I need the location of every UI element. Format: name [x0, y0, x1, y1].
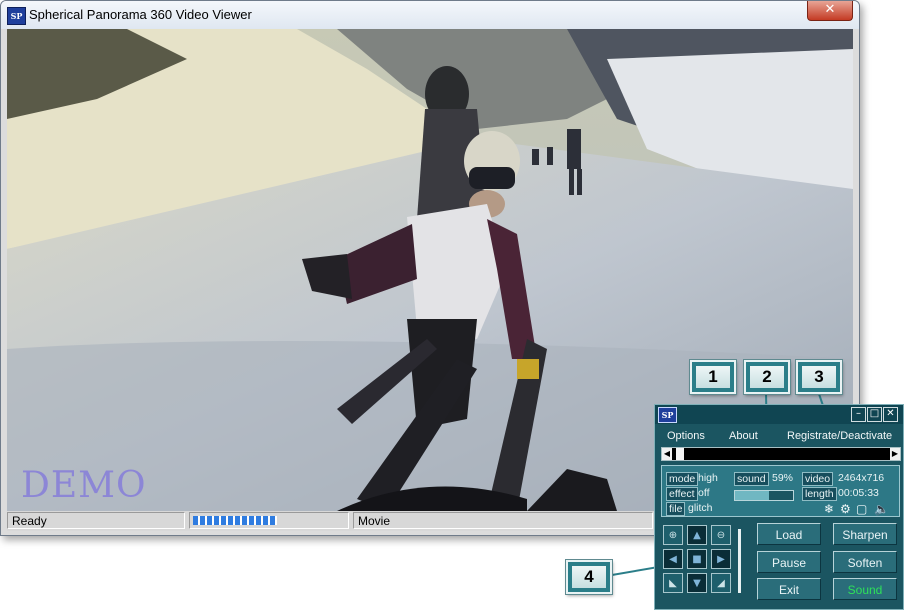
minimize-icon[interactable]: – — [851, 407, 866, 422]
sound-level-meter — [734, 490, 794, 501]
length-label: length — [802, 487, 837, 501]
loading-progress-bar — [189, 512, 349, 529]
effect-value: off — [698, 487, 710, 499]
snowflake-icon[interactable]: ❄ — [824, 502, 834, 516]
gear-icon[interactable]: ⚙ — [840, 502, 851, 516]
sound-label: sound — [734, 472, 769, 486]
close-button[interactable]: ✕ — [807, 1, 853, 21]
file-value: glitch — [688, 502, 713, 514]
sound-level-fill — [735, 491, 770, 500]
seek-thumb[interactable] — [676, 448, 684, 460]
navigation-pad: ⊕ ▲ ⊖ ◀ ■ ▶ ◣ ▼ ◢ — [661, 523, 733, 597]
demo-watermark: DEMO — [21, 465, 147, 506]
file-label: file — [666, 502, 686, 516]
rotate-left-icon[interactable]: ◣ — [663, 573, 683, 593]
pause-button[interactable]: Pause — [757, 551, 821, 573]
media-info-box: mode high sound 59% video 2464x716 effec… — [661, 465, 900, 517]
effect-label: effect — [666, 487, 698, 501]
load-button[interactable]: Load — [757, 523, 821, 545]
exit-button[interactable]: Exit — [757, 578, 821, 600]
sharpen-button[interactable]: Sharpen — [833, 523, 897, 545]
mode-value: high — [698, 472, 718, 484]
control-panel: SP – □ ✕ Options About Registrate/Deacti… — [654, 404, 904, 610]
callout-1: 1 — [689, 359, 737, 395]
callout-4: 4 — [565, 559, 613, 595]
callout-3: 3 — [795, 359, 843, 395]
panel-menu-bar: Options About Registrate/Deactivate — [655, 427, 903, 445]
progress-fill — [193, 516, 277, 525]
speaker-icon[interactable]: 🔈 — [874, 502, 889, 516]
zoom-slider-track[interactable] — [738, 529, 741, 593]
seek-right-icon[interactable]: ▶ — [890, 448, 900, 460]
title-bar[interactable]: SP Spherical Panorama 360 Video Viewer ✕ — [1, 1, 859, 29]
mode-text: Movie — [353, 512, 653, 529]
arrow-left-icon[interactable]: ◀ — [663, 549, 683, 569]
zoom-slider[interactable] — [735, 525, 745, 597]
menu-options[interactable]: Options — [667, 430, 705, 442]
rotate-right-icon[interactable]: ◢ — [711, 573, 731, 593]
sound-value: 59% — [772, 472, 794, 484]
window-title: Spherical Panorama 360 Video Viewer — [29, 7, 252, 22]
arrow-up-icon[interactable]: ▲ — [687, 525, 707, 545]
arrow-right-icon[interactable]: ▶ — [711, 549, 731, 569]
fullscreen-icon[interactable]: ▢ — [856, 502, 867, 516]
zoom-in-icon[interactable]: ⊕ — [663, 525, 683, 545]
length-value: 00:05:33 — [838, 487, 879, 499]
seek-bar[interactable]: ◀ ▶ — [661, 447, 901, 461]
panel-close-icon[interactable]: ✕ — [883, 407, 898, 422]
callout-2: 2 — [743, 359, 791, 395]
sound-button[interactable]: Sound — [833, 578, 897, 600]
status-text: Ready — [7, 512, 185, 529]
menu-about[interactable]: About — [729, 430, 758, 442]
panel-title-bar[interactable]: SP – □ ✕ — [655, 405, 903, 424]
arrow-down-icon[interactable]: ▼ — [687, 573, 707, 593]
soften-button[interactable]: Soften — [833, 551, 897, 573]
panel-app-icon: SP — [658, 407, 677, 423]
video-value: 2464x716 — [838, 472, 885, 484]
seek-left-icon[interactable]: ◀ — [662, 448, 672, 460]
app-icon: SP — [7, 7, 26, 25]
stop-center-icon[interactable]: ■ — [687, 549, 707, 569]
zoom-out-icon[interactable]: ⊖ — [711, 525, 731, 545]
video-label: video — [802, 472, 834, 486]
mode-label: mode — [666, 472, 699, 486]
maximize-icon[interactable]: □ — [867, 407, 882, 422]
menu-register[interactable]: Registrate/Deactivate — [787, 430, 892, 442]
